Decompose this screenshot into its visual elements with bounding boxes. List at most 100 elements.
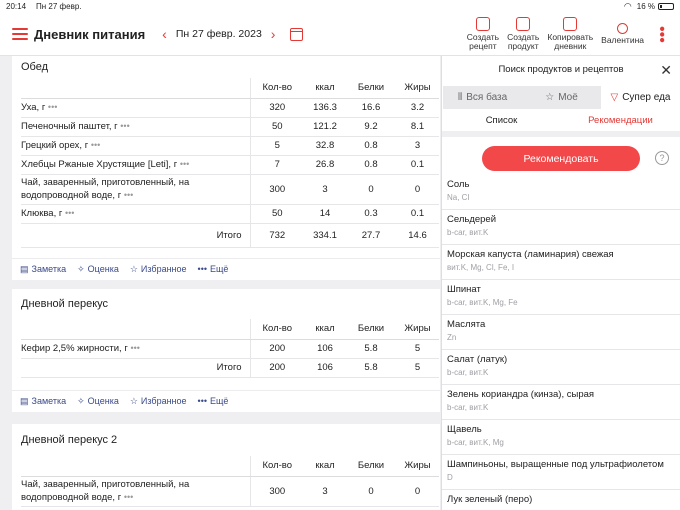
meal-title: Дневной перекус bbox=[21, 298, 109, 310]
prev-day-icon[interactable]: ‹ bbox=[157, 26, 172, 42]
qty-cell[interactable]: 50 bbox=[249, 204, 304, 224]
table-row[interactable]: Печеночный паштет, г ••• 50 121.2 9.2 8.… bbox=[21, 117, 439, 137]
product-list: Соль Na, Cl Сельдерей b-car, вит.K Морская… bbox=[442, 175, 680, 510]
next-day-icon[interactable]: › bbox=[266, 26, 281, 42]
qty-cell[interactable]: 320 bbox=[249, 98, 304, 118]
qty-cell[interactable]: 300 bbox=[249, 174, 304, 205]
list-item[interactable]: Щавель b-car, вит.K, Mg bbox=[442, 420, 680, 455]
list-item[interactable]: Зелень кориандра (кинза), сырая b-car, ви… bbox=[442, 385, 680, 420]
favorite-button[interactable]: ☆ Избранное bbox=[130, 264, 187, 275]
note-button[interactable]: ▤ Заметка bbox=[20, 264, 66, 275]
more-button[interactable]: ••• Ещё bbox=[198, 264, 229, 274]
close-icon[interactable]: ✕ bbox=[660, 62, 672, 79]
table-row[interactable]: Клюква, г ••• 50 14 0.3 0.1 bbox=[21, 204, 439, 224]
kcal-cell: 121.2 bbox=[304, 117, 346, 137]
protein-cell: 0 bbox=[346, 174, 396, 205]
food-name: Клюква, г bbox=[21, 208, 63, 219]
user-profile-button[interactable]: Валентина bbox=[601, 23, 644, 45]
row-more-icon[interactable]: ••• bbox=[124, 190, 133, 200]
product-tags: D bbox=[447, 473, 453, 482]
search-panel: Поиск продуктов и рецептов ✕ ⦀ Вся база ☆… bbox=[441, 56, 680, 510]
kcal-cell: 106 bbox=[304, 339, 346, 359]
rating-button[interactable]: ✧ Оценка bbox=[77, 396, 119, 407]
star-icon: ☆ bbox=[545, 92, 555, 103]
qty-cell[interactable]: 300 bbox=[249, 476, 304, 507]
list-item[interactable]: Сельдерей b-car, вит.K bbox=[442, 210, 680, 245]
help-icon[interactable]: ? bbox=[655, 151, 669, 165]
table-header: Кол-во ккал Белки Жиры bbox=[21, 456, 439, 477]
list-item[interactable]: Шпинат b-car, вит.K, Mg, Fe bbox=[442, 280, 680, 315]
calendar-icon[interactable] bbox=[290, 27, 304, 41]
list-item[interactable]: Салат (латук) b-car, вит.K bbox=[442, 350, 680, 385]
source-tabs: ⦀ Вся база ☆ Моё ▽ Супер еда bbox=[443, 86, 680, 109]
meal-table: Кол-во ккал Белки Жиры Чай, заваренный, … bbox=[21, 456, 439, 507]
copy-diary-button[interactable]: Копировать дневник bbox=[547, 17, 593, 51]
table-header: Кол-во ккал Белки Жиры bbox=[21, 319, 439, 340]
copy-icon bbox=[563, 17, 578, 31]
user-icon bbox=[617, 23, 629, 34]
qty-cell[interactable]: 7 bbox=[249, 155, 304, 175]
favorite-button[interactable]: ☆ Избранное bbox=[130, 396, 187, 407]
subtab-recommendations[interactable]: Рекомендации bbox=[561, 109, 680, 131]
tab-all-base[interactable]: ⦀ Вся база bbox=[443, 86, 522, 109]
col-qty: Кол-во bbox=[249, 78, 304, 99]
subtab-list[interactable]: Список bbox=[442, 109, 561, 131]
meal-title: Обед bbox=[21, 61, 49, 73]
table-row[interactable]: Чай, заваренный, приготовленный, на водо… bbox=[21, 174, 439, 205]
qty-cell[interactable]: 50 bbox=[249, 117, 304, 137]
fat-cell: 0.1 bbox=[396, 155, 439, 175]
panel-title: Поиск продуктов и рецептов bbox=[498, 64, 624, 75]
fat-cell: 0.1 bbox=[396, 204, 439, 224]
qty-cell[interactable]: 200 bbox=[249, 339, 304, 359]
barcode-icon: ⦀ bbox=[457, 92, 463, 103]
product-tags: Na, Cl bbox=[447, 193, 470, 202]
row-more-icon[interactable]: ••• bbox=[124, 492, 133, 502]
row-more-icon[interactable]: ••• bbox=[48, 102, 57, 112]
row-more-icon[interactable]: ••• bbox=[65, 208, 74, 218]
total-kcal: 106 bbox=[304, 358, 346, 378]
list-item[interactable]: Маслята Zn bbox=[442, 315, 680, 350]
top-bar: Дневник питания ‹ Пн 27 февр. 2023 › Соз… bbox=[0, 13, 680, 56]
col-kcal: ккал bbox=[304, 78, 346, 99]
meal-table: Кол-во ккал Белки Жиры Уха, г ••• 320 13… bbox=[21, 78, 439, 248]
current-date[interactable]: Пн 27 февр. 2023 bbox=[172, 28, 266, 40]
note-button[interactable]: ▤ Заметка bbox=[20, 396, 66, 407]
more-options-icon[interactable]: ••• bbox=[653, 26, 670, 43]
protein-cell: 0 bbox=[346, 476, 396, 507]
row-more-icon[interactable]: ••• bbox=[120, 121, 129, 131]
recommend-button[interactable]: Рекомендовать bbox=[482, 146, 640, 171]
create-recipe-button[interactable]: Создать рецепт bbox=[467, 17, 499, 51]
list-item[interactable]: Шампиньоны, выращенные под ультрафиолето… bbox=[442, 455, 680, 490]
product-name: Зелень кориандра (кинза), сырая bbox=[447, 389, 595, 400]
more-button[interactable]: ••• Ещё bbox=[198, 396, 229, 406]
product-tags: вит.K, Mg, Cl, Fe, I bbox=[447, 263, 515, 272]
total-row: Итого 732 334.1 27.7 14.6 bbox=[21, 223, 439, 248]
qty-cell[interactable]: 5 bbox=[249, 136, 304, 156]
tab-mine[interactable]: ☆ Моё bbox=[522, 86, 601, 109]
total-fat: 5 bbox=[396, 358, 439, 378]
meal-title: Дневной перекус 2 bbox=[21, 434, 118, 446]
tab-super-food[interactable]: ▽ Супер еда bbox=[601, 86, 680, 109]
table-row[interactable]: Хлебцы Ржаные Хрустящие [Leti], г ••• 7 … bbox=[21, 155, 439, 175]
list-item[interactable]: Морская капуста (ламинария) свежая вит.K,… bbox=[442, 245, 680, 280]
wifi-icon: ◠ bbox=[623, 1, 632, 11]
food-name: Уха, г bbox=[21, 102, 46, 113]
table-header: Кол-во ккал Белки Жиры bbox=[21, 78, 439, 99]
table-row[interactable]: Чай, заваренный, приготовленный, на водо… bbox=[21, 476, 439, 507]
fat-cell: 3 bbox=[396, 136, 439, 156]
table-row[interactable]: Уха, г ••• 320 136.3 16.6 3.2 bbox=[21, 98, 439, 118]
row-more-icon[interactable]: ••• bbox=[91, 140, 100, 150]
create-product-button[interactable]: Создать продукт bbox=[507, 17, 539, 51]
row-more-icon[interactable]: ••• bbox=[130, 343, 139, 353]
total-kcal: 334.1 bbox=[304, 223, 346, 248]
menu-icon[interactable] bbox=[12, 25, 28, 43]
total-label: Итого bbox=[21, 223, 250, 248]
total-qty: 732 bbox=[249, 223, 304, 248]
list-item[interactable]: Соль Na, Cl bbox=[442, 175, 680, 210]
row-more-icon[interactable]: ••• bbox=[180, 159, 189, 169]
list-item[interactable]: Лук зеленый (перо) bbox=[442, 490, 680, 510]
panel-header: Поиск продуктов и рецептов ✕ bbox=[442, 56, 680, 83]
table-row[interactable]: Грецкий орех, г ••• 5 32.8 0.8 3 bbox=[21, 136, 439, 156]
table-row[interactable]: Кефир 2,5% жирности, г ••• 200 106 5.8 5 bbox=[21, 339, 439, 359]
rating-button[interactable]: ✧ Оценка bbox=[77, 264, 119, 275]
